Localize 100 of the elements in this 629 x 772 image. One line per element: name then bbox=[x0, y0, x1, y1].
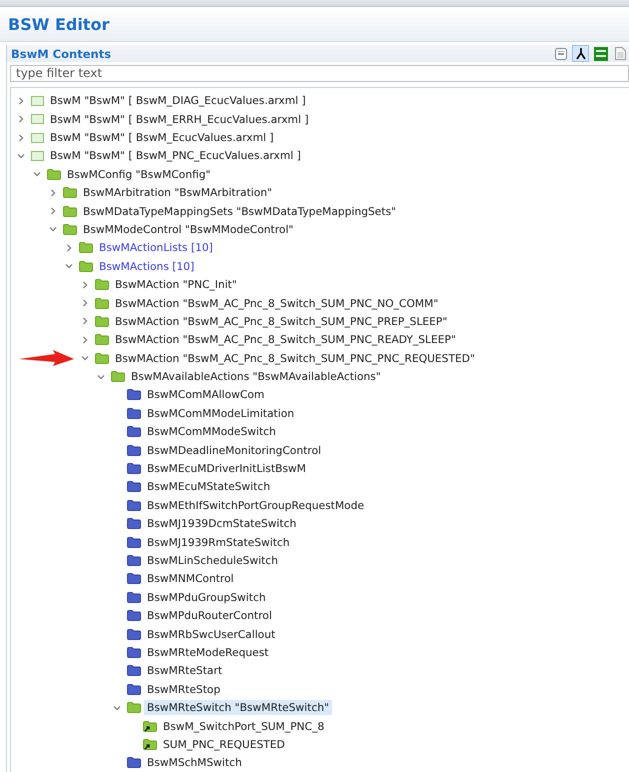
tree-item[interactable]: BswM "BswM" [ BswM_ERRH_EcucValues.arxml ] bbox=[47, 112, 312, 127]
tree-item[interactable]: BswMComMAllowCom bbox=[144, 387, 268, 402]
tree-item[interactable]: BswMRteStop bbox=[144, 682, 224, 697]
folder-icon bbox=[127, 536, 141, 548]
folder-icon bbox=[95, 352, 109, 364]
folder-icon bbox=[127, 684, 141, 695]
tree-item[interactable]: BswMNMControl bbox=[144, 571, 237, 586]
tree-item[interactable]: BswM "BswM" [ BswM_PNC_EcucValues.arxml ] bbox=[47, 148, 304, 164]
folder-icon bbox=[127, 628, 141, 640]
tree-item[interactable]: BswMModeControl "BswMModeControl" bbox=[80, 222, 296, 237]
expand-chevron-icon[interactable] bbox=[49, 207, 57, 216]
collapse-chevron-icon[interactable] bbox=[65, 262, 73, 270]
folder-icon bbox=[127, 408, 141, 419]
fork-icon bbox=[574, 47, 586, 60]
tree-item[interactable]: BswMEthIfSwitchPortGroupRequestMode bbox=[144, 498, 368, 513]
section-title: BswM Contents bbox=[11, 46, 112, 60]
tree-item[interactable]: BswMAction "BswM_AC_Pnc_8_Switch_SUM_PNC_PNC_REQUESTED" bbox=[112, 350, 478, 366]
tree-item[interactable]: BswMActionLists [10] bbox=[96, 240, 216, 256]
folder-icon bbox=[127, 389, 141, 400]
folder-icon bbox=[111, 371, 125, 382]
folder-icon bbox=[95, 334, 109, 346]
tree-item[interactable]: BswMAction "BswM_AC_Pnc_8_Switch_SUM_PNC_NO_COMM" bbox=[112, 296, 442, 311]
tree-item[interactable]: BswMRteModeRequest bbox=[144, 644, 272, 660]
folder-icon bbox=[127, 592, 141, 603]
tree-item[interactable]: BswMDeadlineMonitoringControl bbox=[144, 442, 324, 458]
expand-chevron-icon[interactable] bbox=[17, 134, 25, 142]
folder-icon bbox=[127, 702, 141, 714]
folder-icon bbox=[79, 260, 93, 272]
folder-icon bbox=[127, 500, 141, 511]
tree-item[interactable]: BswMRteSwitch "BswMRteSwitch" bbox=[144, 700, 332, 716]
tree-item[interactable]: BswMActions [10] bbox=[96, 258, 198, 274]
expand-chevron-icon[interactable] bbox=[17, 115, 25, 124]
folder-icon bbox=[127, 573, 141, 584]
tree-item[interactable]: BswM "BswM" [ BswM_EcucValues.arxml ] bbox=[47, 130, 277, 146]
tree-item[interactable]: BswMAction "BswM_AC_Pnc_8_Switch_SUM_PNC_READY_SLEEP" bbox=[112, 332, 459, 348]
toolbar-button[interactable] bbox=[552, 45, 569, 62]
expand-chevron-icon[interactable] bbox=[81, 317, 89, 326]
folder-icon bbox=[127, 444, 141, 456]
filter-field[interactable]: type filter text bbox=[10, 65, 629, 82]
folder-icon bbox=[127, 426, 141, 438]
node-icon bbox=[31, 114, 44, 124]
folder-icon bbox=[127, 665, 141, 676]
folder-icon bbox=[95, 298, 109, 309]
tree-item[interactable]: BswM_SwitchPort_SUM_PNC_8 bbox=[160, 718, 328, 734]
tree-item[interactable]: BswMArbitration "BswMArbitration" bbox=[80, 185, 276, 200]
tree-item[interactable]: BswMRbSwcUserCallout bbox=[144, 626, 278, 642]
folder-icon bbox=[95, 279, 109, 290]
tree-item[interactable]: BswMAction "BswM_AC_Pnc_8_Switch_SUM_PNC_PREP_SLEEP" bbox=[112, 314, 450, 329]
collapse-chevron-icon[interactable] bbox=[49, 225, 57, 234]
folder-icon bbox=[63, 224, 77, 235]
folder-icon bbox=[127, 481, 141, 492]
tree-item[interactable]: BswMComMModeSwitch bbox=[144, 424, 279, 440]
tree-item[interactable]: BswMEcuMDriverInitListBswM bbox=[144, 461, 310, 476]
tree-item[interactable]: BswMJ1939DcmStateSwitch bbox=[144, 516, 300, 532]
node-icon bbox=[31, 96, 44, 106]
tree-item[interactable]: BswMAvailableActions "BswMAvailableActions" bbox=[128, 369, 384, 384]
tree-item[interactable]: BswMRteStart bbox=[144, 663, 226, 678]
status-badge-icon bbox=[594, 46, 608, 60]
collapse-chevron-icon[interactable] bbox=[113, 704, 121, 712]
node-icon bbox=[31, 132, 44, 143]
expand-chevron-icon[interactable] bbox=[81, 280, 89, 289]
folder-icon bbox=[127, 518, 141, 530]
folder-icon bbox=[63, 187, 77, 198]
folder-icon bbox=[127, 757, 141, 768]
tree-item[interactable]: BswMJ1939RmStateSwitch bbox=[144, 534, 293, 550]
folder-icon bbox=[95, 316, 109, 327]
tree-item[interactable]: BswM "BswM" [ BswM_DIAG_EcucValues.arxml ] bbox=[47, 93, 309, 108]
tree-item[interactable]: BswMPduRouterControl bbox=[144, 608, 275, 624]
expand-chevron-icon[interactable] bbox=[81, 299, 89, 308]
tree-item[interactable]: BswMSchMSwitch bbox=[144, 755, 245, 770]
folder-icon bbox=[127, 646, 141, 658]
folder-icon bbox=[127, 610, 141, 622]
tree-item[interactable]: BswMDataTypeMappingSets "BswMDataTypeMappingSets" bbox=[80, 204, 400, 219]
folder-icon bbox=[127, 555, 141, 566]
tree-item[interactable]: BswMConfig "BswMConfig" bbox=[64, 166, 214, 182]
folder-icon bbox=[47, 168, 61, 180]
tree-item[interactable]: BswMPduGroupSwitch bbox=[144, 590, 269, 605]
document-icon bbox=[615, 47, 626, 60]
collapse-chevron-icon[interactable] bbox=[33, 170, 41, 178]
folder-icon bbox=[79, 242, 93, 254]
reference-icon bbox=[143, 738, 157, 750]
toolbar-button[interactable] bbox=[572, 45, 589, 62]
tree-item[interactable]: BswMLinScheduleSwitch bbox=[144, 553, 282, 568]
expand-chevron-icon[interactable] bbox=[65, 244, 73, 252]
tree-item[interactable]: BswMComMModeLimitation bbox=[144, 406, 298, 421]
tree-item[interactable]: BswMAction "PNC_Init" bbox=[112, 277, 240, 292]
collapse-chevron-icon[interactable] bbox=[81, 354, 89, 362]
tree-item[interactable]: SUM_PNC_REQUESTED bbox=[160, 736, 288, 752]
tree-item[interactable]: BswMEcuMStateSwitch bbox=[144, 479, 274, 494]
expand-chevron-icon[interactable] bbox=[17, 96, 25, 105]
collapse-all-icon bbox=[554, 48, 566, 60]
node-icon bbox=[31, 150, 44, 161]
folder-icon bbox=[63, 206, 77, 217]
reference-icon bbox=[143, 720, 157, 732]
expand-chevron-icon[interactable] bbox=[81, 336, 89, 344]
collapse-chevron-icon[interactable] bbox=[17, 152, 25, 160]
folder-icon bbox=[127, 463, 141, 474]
collapse-chevron-icon[interactable] bbox=[97, 372, 105, 381]
expand-chevron-icon[interactable] bbox=[49, 188, 57, 197]
editor-title: BSW Editor bbox=[8, 14, 110, 34]
